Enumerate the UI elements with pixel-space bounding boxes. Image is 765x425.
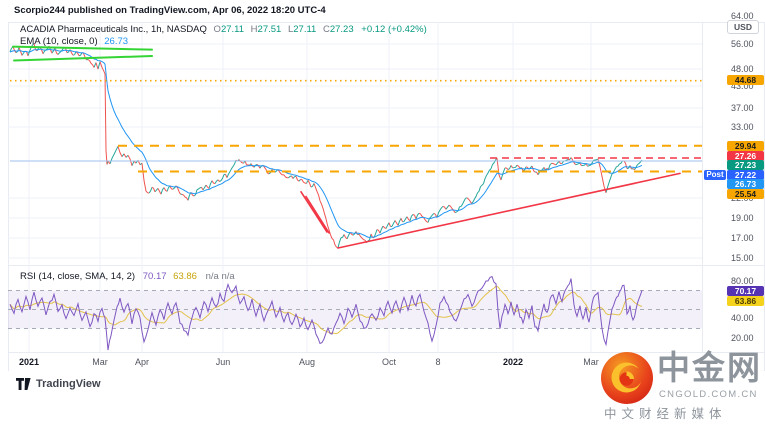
watermark-brand: 中金网 [657,349,762,386]
price-axis-separator [702,22,703,352]
time-label-Mar: Mar [583,357,599,367]
rsi-badge-70.17: 70.17 [727,286,764,296]
green-channel-upper[interactable] [12,45,153,51]
price-tick: 48.00 [731,64,754,74]
price-tick: 17.00 [731,233,754,243]
green-channel-lower[interactable] [13,55,153,62]
rsi-label: RSI (14, close, SMA, 14, 2) [20,271,136,282]
time-label-Apr: Apr [134,357,150,367]
time-label-2022: 2022 [502,357,524,367]
price-tick: 56.00 [731,39,754,49]
rsi-tick: 40.00 [731,313,754,323]
low-value: 27.11 [293,24,317,35]
change-value: +0.12 (+0.42%) [361,24,427,35]
price-tick: 64.00 [731,11,754,21]
tradingview-snapshot: Scorpio244 published on TradingView.com,… [0,0,765,425]
price-tick: 19.00 [731,213,754,223]
price-badge-27.26: 27.26 [727,150,764,161]
ema-value: 26.73 [104,36,129,47]
symbol-legend: ACADIA Pharmaceuticals Inc., 1h, NASDAQ … [20,24,427,35]
watermark-domain: CNGOLD.COM.CN [659,389,758,400]
ema-label: EMA (10, close, 0) [20,36,98,47]
tradingview-logo-icon [16,378,31,390]
rsi-legend: RSI (14, close, SMA, 14, 2) 70.17 63.86 … [20,271,235,282]
high-value: 27.51 [257,24,282,35]
close-value: 27.23 [329,24,354,35]
rsi-na-values: n/a n/a [205,271,235,282]
rsi-value: 70.17 [142,271,167,282]
price-badge-27.22: 27.22 [727,169,764,180]
symbol-title: ACADIA Pharmaceuticals Inc., 1h, NASDAQ [20,24,207,35]
price-tick: 37.00 [731,103,754,113]
ema-legend: EMA (10, close, 0) 26.73 [20,36,128,47]
time-label-Oct: Oct [381,357,397,367]
price-tick: 33.00 [731,122,754,132]
cngold-logo-icon [601,352,653,404]
rsi-ma-value: 63.86 [173,271,197,282]
time-label-8: 8 [435,357,441,367]
currency-button[interactable]: USD [727,20,759,34]
high-label: H [250,24,258,35]
published-caption: Scorpio244 published on TradingView.com,… [14,5,326,16]
price-badge-27.23: 27.23 [727,160,764,170]
post-market-tag: Post [704,169,726,180]
rsi-badge-63.86: 63.86 [727,295,764,306]
price-pane[interactable] [8,22,702,266]
tradingview-attribution-label: TradingView [36,378,101,390]
price-badge-26.73: 26.73 [727,179,764,189]
rsi-tick: 20.00 [731,333,754,343]
price-badge-29.94: 29.94 [727,141,764,151]
time-label-Jun: Jun [215,357,231,367]
time-label-Aug: Aug [298,357,316,367]
open-label: O [213,24,221,35]
time-label-2021: 2021 [18,357,40,367]
watermark-tagline: 中文财经新媒体 [604,407,727,421]
time-label-Mar: Mar [92,357,108,367]
price-tick: 15.00 [731,253,754,263]
open-value: 27.11 [220,24,245,35]
price-badge-44.68: 44.68 [727,75,764,85]
price-badge-25.54: 25.54 [727,188,764,199]
red-wedge-lower[interactable] [305,195,330,234]
cngold-watermark: 中金网 CNGOLD.COM.CN 中文财经新媒体 [600,349,765,425]
close-label: C [322,24,330,35]
rsi-tick: 80.00 [731,276,754,286]
tradingview-attribution[interactable]: TradingView [16,378,101,390]
